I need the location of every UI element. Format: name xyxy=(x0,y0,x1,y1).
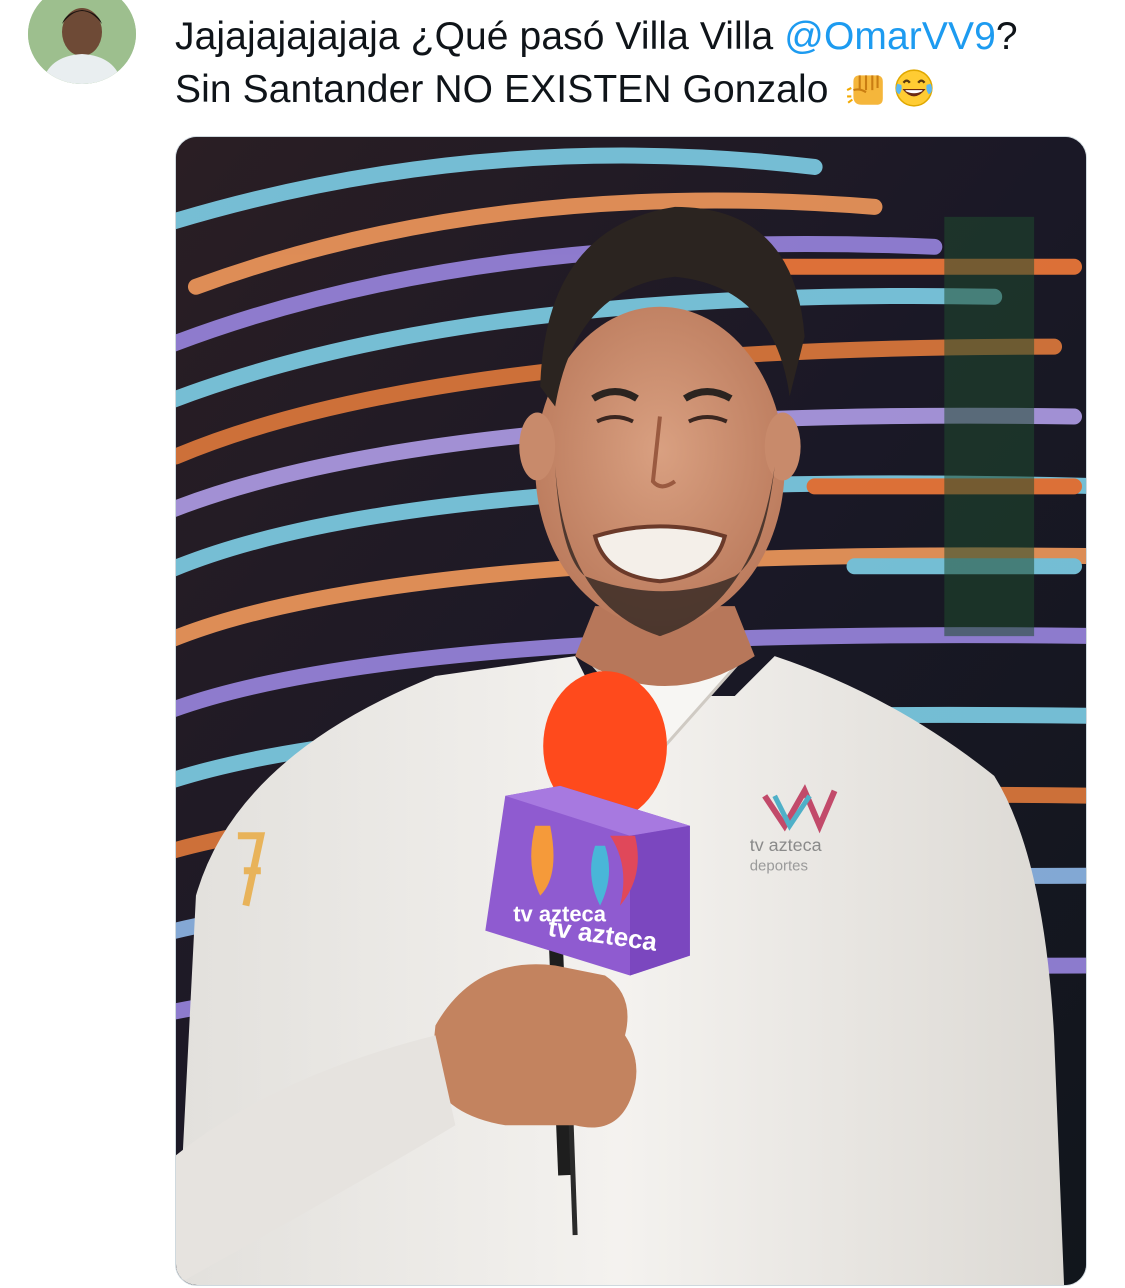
punch-emoji-icon xyxy=(845,67,887,109)
tweet-line-2: Sin Santander NO EXISTEN Gonzalo xyxy=(175,63,1105,116)
tweet-line-1: Jajajajajajaja ¿Qué pasó Villa Villa @Om… xyxy=(175,10,1105,63)
tweet-text: Jajajajajajaja ¿Qué pasó Villa Villa @Om… xyxy=(175,10,1105,116)
tweet-line-2-text: Sin Santander NO EXISTEN Gonzalo xyxy=(175,68,840,111)
shirt-logo-text-2: deportes xyxy=(750,858,808,875)
avatar[interactable] xyxy=(28,0,136,84)
tweet-photo[interactable]: tv azteca deportes tv azteca tv azteca xyxy=(175,136,1087,1286)
tweet-line-1-text: Jajajajajajaja ¿Qué pasó Villa Villa xyxy=(175,15,785,58)
avatar-image xyxy=(28,0,136,84)
shirt-logo-text-1: tv azteca xyxy=(750,835,822,855)
mention-link[interactable]: @OmarVV9 xyxy=(784,15,996,58)
reporter-photo: tv azteca deportes tv azteca tv azteca xyxy=(176,137,1086,1285)
tweet-line-1-end: ? xyxy=(995,15,1018,58)
tears-of-joy-emoji-icon xyxy=(893,67,935,109)
